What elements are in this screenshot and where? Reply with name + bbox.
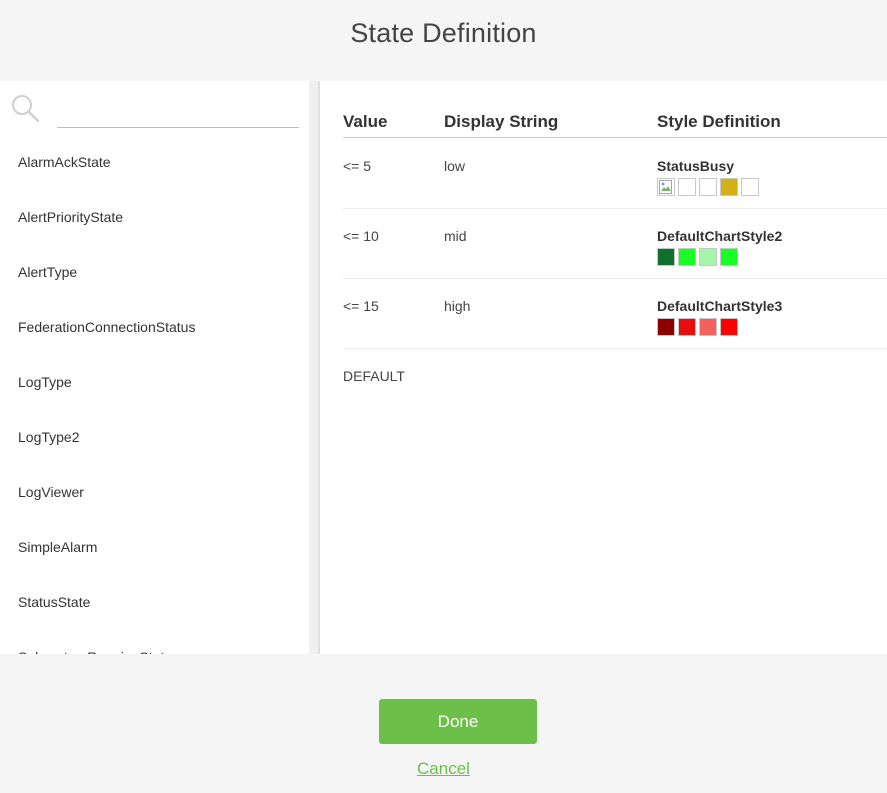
color-swatch [678, 178, 696, 196]
color-swatch [720, 248, 738, 266]
row-display-string: low [444, 158, 466, 174]
table-header: Value Display String Style Definition [343, 104, 887, 138]
state-list-panel: AlarmAckState AlertPriorityState AlertTy… [0, 81, 309, 654]
sidebar-scrollbar[interactable] [309, 81, 318, 654]
row-display-string: high [444, 298, 471, 314]
color-swatch [720, 178, 738, 196]
table-row[interactable]: <= 10 mid DefaultChartStyle2 [343, 208, 887, 279]
search-icon[interactable] [10, 93, 40, 123]
row-style-name: StatusBusy [657, 158, 735, 174]
color-swatch [678, 248, 696, 266]
color-swatch [741, 178, 759, 196]
list-item[interactable]: StatusState [0, 575, 309, 630]
state-list: AlarmAckState AlertPriorityState AlertTy… [0, 135, 309, 654]
style-swatches [657, 178, 759, 196]
search-input[interactable] [57, 93, 299, 128]
dialog-title: State Definition [350, 18, 537, 48]
cancel-link-text[interactable]: Cancel [417, 759, 470, 778]
list-item[interactable]: LogViewer [0, 465, 309, 520]
list-item[interactable]: LogType [0, 355, 309, 410]
list-item[interactable]: AlertPriorityState [0, 190, 309, 245]
row-style-name: DefaultChartStyle2 [657, 228, 783, 244]
color-swatch [657, 318, 675, 336]
header-value: Value [343, 112, 388, 131]
table-row[interactable]: <= 5 low StatusBusy [343, 138, 887, 209]
color-swatch [699, 248, 717, 266]
list-item[interactable]: FederationConnectionStatus [0, 300, 309, 355]
dialog-header: State Definition [0, 0, 887, 81]
row-style-name: DefaultChartStyle3 [657, 298, 783, 314]
color-swatch [699, 178, 717, 196]
color-swatch [657, 248, 675, 266]
row-display-string: mid [444, 228, 467, 244]
dialog-footer: Done Cancel [0, 654, 887, 793]
color-swatch [699, 318, 717, 336]
header-style-definition: Style Definition [657, 112, 781, 131]
row-value: <= 15 [343, 298, 379, 314]
style-swatches [657, 318, 738, 336]
color-swatch [678, 318, 696, 336]
table-row[interactable]: <= 15 high DefaultChartStyle3 [343, 278, 887, 349]
row-value: <= 5 [343, 158, 372, 174]
style-swatches [657, 248, 738, 266]
row-value: <= 10 [343, 228, 379, 244]
default-row[interactable]: DEFAULT [343, 368, 405, 384]
list-item[interactable]: SubsystemRunningState [0, 630, 309, 654]
cancel-link: Cancel [0, 759, 887, 779]
list-item[interactable]: SimpleAlarm [0, 520, 309, 575]
done-button[interactable]: Done [379, 699, 537, 744]
color-swatch [720, 318, 738, 336]
list-item[interactable]: AlarmAckState [0, 135, 309, 190]
list-item[interactable]: AlertType [0, 245, 309, 300]
list-item[interactable]: LogType2 [0, 410, 309, 465]
broken-image-icon [657, 178, 675, 196]
state-definition-table: Value Display String Style Definition <=… [320, 81, 887, 654]
header-display-string: Display String [444, 112, 559, 131]
